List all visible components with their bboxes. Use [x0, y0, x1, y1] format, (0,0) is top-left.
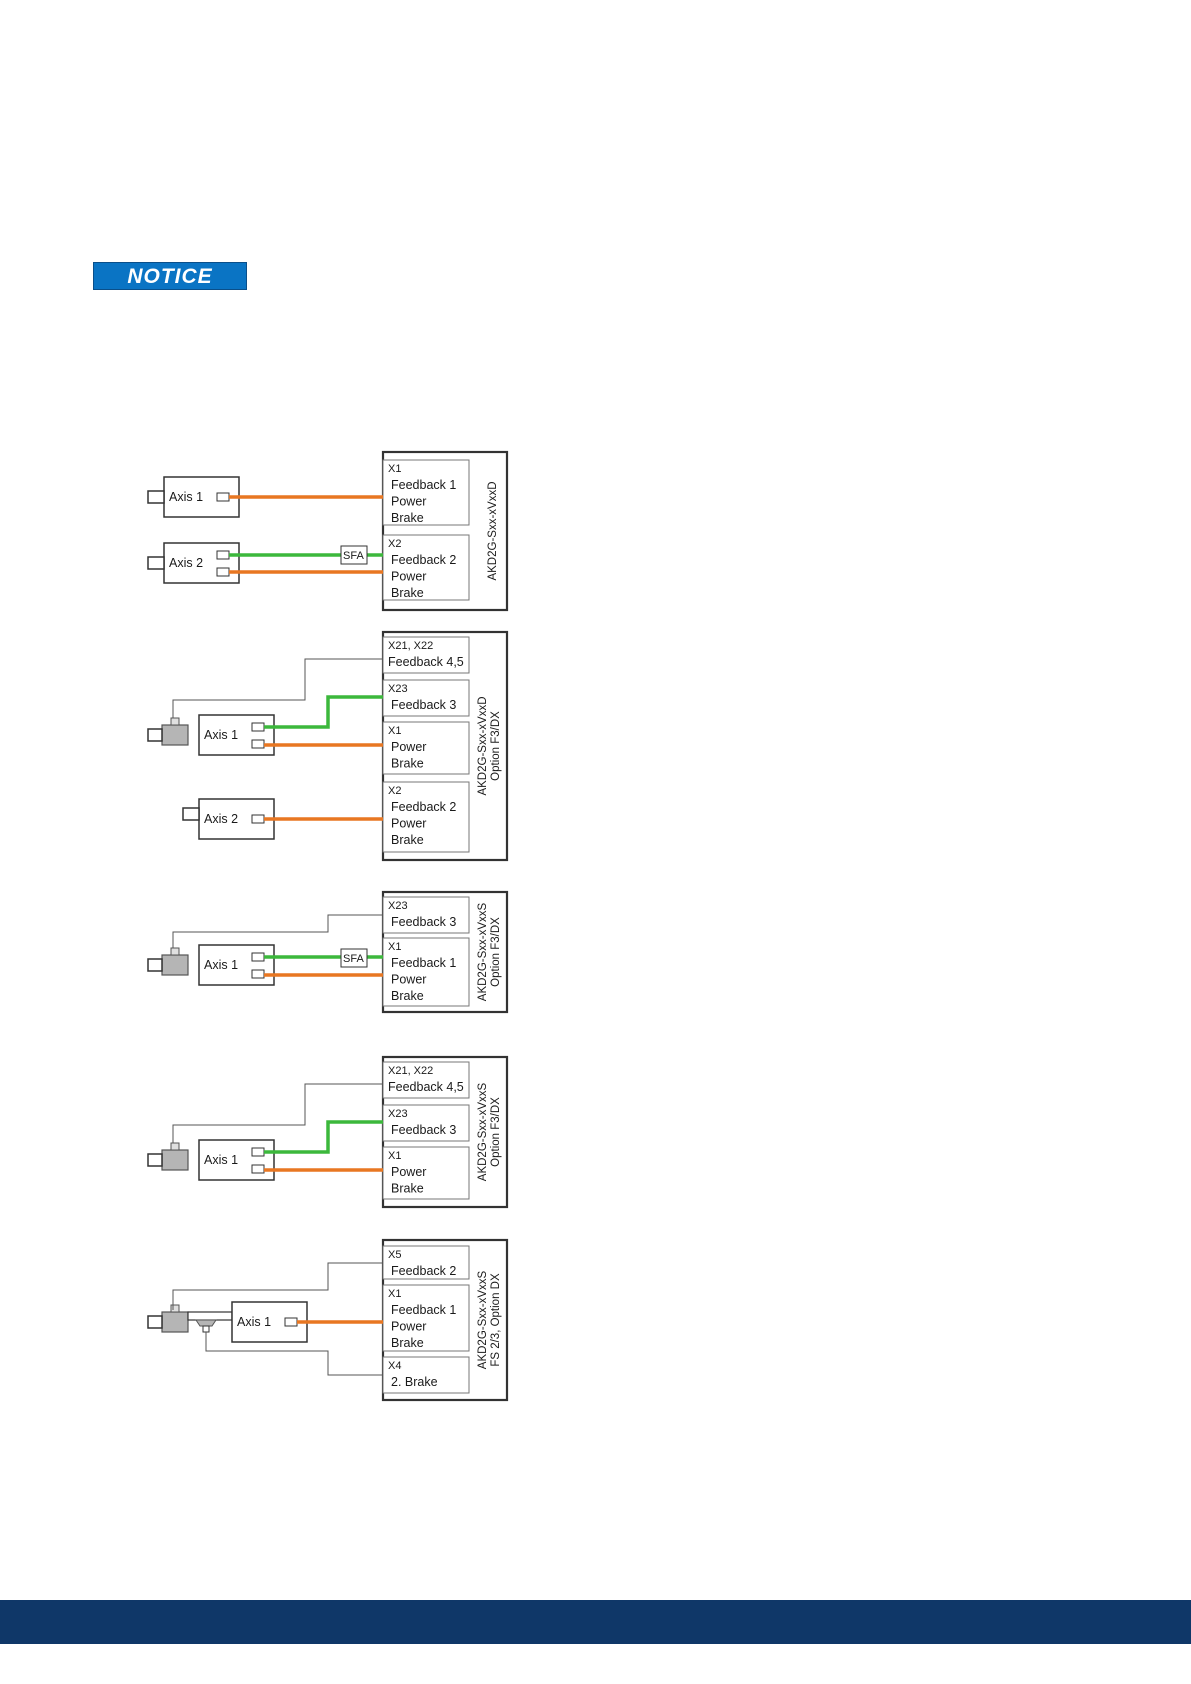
connector-id: X23	[388, 683, 408, 695]
axis-port	[251, 722, 265, 732]
connector-signal: Feedback 2	[391, 1264, 456, 1278]
axis-port	[284, 1317, 298, 1327]
axis-port	[216, 567, 230, 577]
brake-connector	[202, 1325, 210, 1333]
drive-model-label: AKD2G-Sxx-xVxxS	[477, 902, 489, 1001]
connector-id: X21, X22	[388, 1065, 433, 1077]
connector-signal: Feedback 3	[391, 915, 456, 929]
axis-label: Axis 1	[237, 1315, 271, 1329]
encoder-cap	[170, 1142, 180, 1151]
encoder-cap	[170, 717, 180, 726]
connector-signal: Brake	[391, 989, 424, 1003]
connector-signal: Brake	[391, 1336, 424, 1350]
axis-port	[216, 492, 230, 502]
motor-shaft	[147, 490, 165, 504]
motor-shaft	[147, 728, 163, 742]
axis-label: Axis 2	[169, 556, 203, 570]
connector-id: X1	[388, 463, 401, 475]
signal-wire	[172, 658, 383, 718]
connector-signal: Feedback 3	[391, 698, 456, 712]
footer-bar	[0, 1600, 1191, 1644]
axis-label: Axis 2	[204, 812, 238, 826]
connector-id: X1	[388, 941, 401, 953]
brake-unit	[195, 1319, 217, 1327]
encoder-cap	[170, 1304, 180, 1313]
drive-model-label: AKD2G-Sxx-xVxxD	[487, 481, 499, 580]
feedback-cable	[264, 1120, 383, 1154]
drive-model-label: AKD2G-Sxx-xVxxD	[477, 696, 489, 795]
connector-id: X1	[388, 725, 401, 737]
axis-label: Axis 1	[204, 1153, 238, 1167]
drive-model-label: AKD2G-Sxx-xVxxS	[477, 1270, 489, 1369]
connector-signal: Power	[391, 495, 426, 509]
connector-signal: Feedback 4,5	[388, 655, 464, 669]
axis-port	[251, 969, 265, 979]
drive-model-label: AKD2G-Sxx-xVxxS	[477, 1082, 489, 1181]
axis-port	[251, 1147, 265, 1157]
connector-id: X1	[388, 1150, 401, 1162]
axis-label: Axis 1	[204, 728, 238, 742]
connector-signal: Power	[391, 817, 426, 831]
motor-shaft	[147, 556, 165, 570]
axis-port	[216, 550, 230, 560]
connector-id: X2	[388, 785, 401, 797]
axis-port	[251, 952, 265, 962]
connector-id: X4	[388, 1360, 401, 1372]
connector-id: X23	[388, 1108, 408, 1120]
motor-shaft	[147, 1153, 163, 1167]
connector-signal: Feedback 2	[391, 800, 456, 814]
connector-signal: Feedback 1	[391, 956, 456, 970]
connector-signal: Power	[391, 1320, 426, 1334]
connector-id: X2	[388, 538, 401, 550]
connector-signal: Power	[391, 740, 426, 754]
motor-shaft	[147, 1315, 163, 1329]
motor-shaft	[147, 958, 163, 972]
motor-shaft	[182, 807, 200, 821]
sfa-label: SFA	[343, 953, 364, 965]
axis-coupling	[187, 1311, 233, 1321]
drive-option-label: Option F3/DX	[490, 917, 502, 987]
sfa-label: SFA	[343, 550, 364, 562]
drive-option-label: FS 2/3, Option DX	[490, 1273, 502, 1367]
connector-signal: Power	[391, 973, 426, 987]
encoder-body	[161, 1149, 189, 1171]
feedback-cable	[264, 695, 383, 729]
axis-port	[251, 814, 265, 824]
encoder-body	[161, 1311, 189, 1333]
axis-port	[251, 1164, 265, 1174]
connector-id: X5	[388, 1249, 401, 1261]
connector-signal: Brake	[391, 1182, 424, 1196]
connector-signal: Brake	[391, 586, 424, 600]
connector-signal: Power	[391, 570, 426, 584]
connector-id: X23	[388, 900, 408, 912]
encoder-body	[161, 724, 189, 746]
connector-signal: Brake	[391, 833, 424, 847]
connector-id: X1	[388, 1288, 401, 1300]
drive-label-group: AKD2G-Sxx-xVxxS FS 2/3, Option DX	[477, 1270, 502, 1369]
connector-signal: Feedback 4,5	[388, 1080, 464, 1094]
drive-label-group: AKD2G-Sxx-xVxxD Option F3/DX	[477, 696, 502, 795]
drive-option-label: Option F3/DX	[490, 1097, 502, 1167]
connector-signal: Brake	[391, 511, 424, 525]
connector-signal: Power	[391, 1165, 426, 1179]
drive-label-group: AKD2G-Sxx-xVxxS Option F3/DX	[477, 1082, 502, 1181]
encoder-body	[161, 954, 189, 976]
axis-port	[251, 739, 265, 749]
encoder-cap	[170, 947, 180, 956]
drive-label-group: AKD2G-Sxx-xVxxD	[487, 481, 499, 580]
axis-label: Axis 1	[204, 958, 238, 972]
connector-signal: Brake	[391, 757, 424, 771]
signal-wire	[172, 1083, 383, 1143]
connector-id: X21, X22	[388, 640, 433, 652]
drive-label-group: AKD2G-Sxx-xVxxS Option F3/DX	[477, 902, 502, 1001]
connector-signal: Feedback 1	[391, 478, 456, 492]
axis-label: Axis 1	[169, 490, 203, 504]
connector-signal: Feedback 3	[391, 1123, 456, 1137]
drive-option-label: Option F3/DX	[490, 711, 502, 781]
signal-wire	[172, 914, 383, 948]
connector-signal: Feedback 1	[391, 1303, 456, 1317]
connector-signal: 2. Brake	[391, 1375, 438, 1389]
wiring-diagrams: AKD2G-Sxx-xVxxD X1 Feedback 1 Power Brake X2 F…	[147, 450, 509, 1402]
connector-signal: Feedback 2	[391, 553, 456, 567]
